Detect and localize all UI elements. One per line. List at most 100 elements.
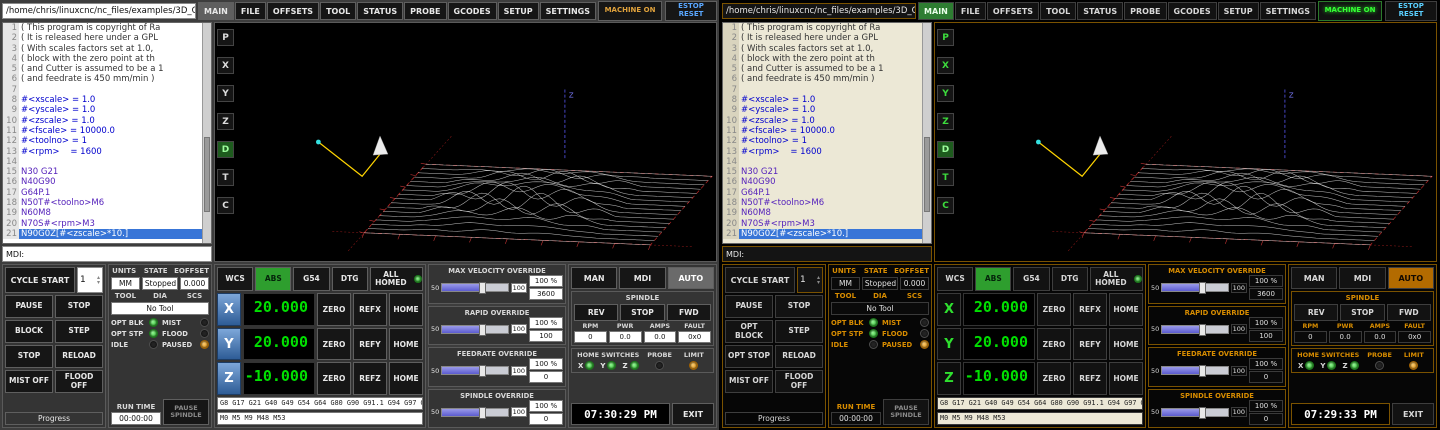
- program-control-button[interactable]: STEP: [55, 320, 103, 343]
- pause-spindle-button[interactable]: PAUSE SPINDLE: [163, 399, 209, 425]
- home-axis-button[interactable]: HOME: [389, 328, 423, 361]
- axis-select-button[interactable]: Y: [217, 328, 241, 361]
- menu-button[interactable]: PROBE: [404, 2, 446, 20]
- editor-scrollbar[interactable]: [202, 23, 211, 243]
- gcode-line[interactable]: 5 ( and Cutter is assumed to be a 1: [3, 64, 202, 74]
- toolpath-preview[interactable]: P X Y Z D T C Z: [214, 22, 717, 262]
- gcode-line[interactable]: 3 ( With scales factors set at 1.0,: [3, 44, 202, 54]
- slider-handle[interactable]: [479, 365, 486, 377]
- gcode-line[interactable]: 18 N50T#<toolno>M6: [723, 198, 922, 208]
- gcode-editor[interactable]: 1 ( This program is copyright of Ra 2 ( …: [722, 22, 932, 244]
- machine-on-button[interactable]: MACHINE ON: [598, 1, 662, 21]
- program-control-button[interactable]: PAUSE: [5, 295, 53, 318]
- menu-button[interactable]: MAIN: [918, 2, 954, 20]
- machine-on-button[interactable]: MACHINE ON: [1318, 1, 1382, 21]
- slider-handle[interactable]: [479, 407, 486, 419]
- dro-tab[interactable]: DTG: [332, 267, 368, 291]
- gcode-line[interactable]: 8 #<xscale> = 1.0: [723, 95, 922, 105]
- gcode-line[interactable]: 20 N70S#<rpm>M3: [723, 219, 922, 229]
- axis-select-button[interactable]: Z: [217, 362, 241, 395]
- zero-axis-button[interactable]: ZERO: [1037, 293, 1071, 326]
- ref-axis-button[interactable]: REFX: [353, 293, 387, 326]
- dro-tab[interactable]: G54: [1013, 267, 1049, 291]
- gcode-line[interactable]: 18 N50T#<toolno>M6: [3, 198, 202, 208]
- view-button[interactable]: P: [217, 29, 234, 46]
- spindle-button[interactable]: FWD: [667, 304, 711, 321]
- view-button[interactable]: Z: [937, 113, 954, 130]
- menu-button[interactable]: TOOL: [320, 2, 356, 20]
- mode-button[interactable]: AUTO: [668, 267, 714, 289]
- menu-button[interactable]: SETTINGS: [540, 2, 596, 20]
- program-control-button[interactable]: STOP: [55, 295, 103, 318]
- view-button[interactable]: Y: [217, 85, 234, 102]
- override-slider[interactable]: [1161, 408, 1228, 417]
- gcode-line[interactable]: 7: [3, 85, 202, 95]
- scrollbar-thumb[interactable]: [924, 137, 930, 212]
- dro-tab[interactable]: DTG: [1052, 267, 1088, 291]
- slider-handle[interactable]: [1199, 365, 1206, 377]
- program-control-button[interactable]: BLOCK: [5, 320, 53, 343]
- mode-button[interactable]: AUTO: [1388, 267, 1434, 289]
- menu-button[interactable]: SETUP: [1218, 2, 1259, 20]
- exit-button[interactable]: EXIT: [672, 403, 714, 425]
- slider-handle[interactable]: [1199, 407, 1206, 419]
- scrollbar-thumb[interactable]: [204, 137, 210, 212]
- home-axis-button[interactable]: HOME: [389, 362, 423, 395]
- estop-reset-button[interactable]: ESTOP RESET: [1385, 1, 1437, 21]
- view-button[interactable]: T: [217, 169, 234, 186]
- ref-axis-button[interactable]: REFX: [1073, 293, 1107, 326]
- gcode-line[interactable]: 14: [3, 157, 202, 167]
- gcode-line[interactable]: 5 ( and Cutter is assumed to be a 1: [723, 64, 922, 74]
- menu-button[interactable]: SETUP: [498, 2, 539, 20]
- toolpath-preview[interactable]: P X Y Z D T C Z: [934, 22, 1437, 262]
- cycle-count-spinbox[interactable]: 1: [77, 267, 103, 293]
- gcode-line[interactable]: 19 N60M8: [3, 208, 202, 218]
- view-button[interactable]: C: [217, 197, 234, 214]
- ref-axis-button[interactable]: REFZ: [1073, 362, 1107, 395]
- view-button[interactable]: Z: [217, 113, 234, 130]
- program-control-button[interactable]: STOP: [5, 345, 53, 368]
- axis-select-button[interactable]: X: [937, 293, 961, 326]
- view-button[interactable]: X: [937, 57, 954, 74]
- cycle-start-button[interactable]: CYCLE START: [5, 267, 75, 293]
- program-control-button[interactable]: FLOOD OFF: [775, 370, 823, 393]
- zero-axis-button[interactable]: ZERO: [317, 293, 351, 326]
- menu-button[interactable]: GCODES: [1168, 2, 1217, 20]
- slider-handle[interactable]: [1199, 282, 1206, 294]
- spindle-button[interactable]: STOP: [1340, 304, 1384, 321]
- program-control-button[interactable]: OPT STOP: [725, 345, 773, 368]
- gcode-line[interactable]: 7: [723, 85, 922, 95]
- spinbox-arrows-icon[interactable]: [97, 275, 100, 285]
- gcode-line[interactable]: 15 N30 G21: [723, 167, 922, 177]
- view-button[interactable]: C: [937, 197, 954, 214]
- gcode-line[interactable]: 3 ( With scales factors set at 1.0,: [723, 44, 922, 54]
- gcode-line[interactable]: 12 #<toolno> = 1: [3, 136, 202, 146]
- view-button[interactable]: P: [937, 29, 954, 46]
- dro-tab[interactable]: ABS: [975, 267, 1011, 291]
- menu-button[interactable]: STATUS: [357, 2, 403, 20]
- override-slider[interactable]: [441, 366, 508, 375]
- program-control-button[interactable]: PAUSE: [725, 295, 773, 318]
- menu-button[interactable]: FILE: [235, 2, 266, 20]
- gcode-line[interactable]: 9 #<yscale> = 1.0: [723, 105, 922, 115]
- gcode-line[interactable]: 2 ( It is released here under a GPL: [3, 33, 202, 43]
- gcode-line[interactable]: 16 N40G90: [3, 177, 202, 187]
- override-slider[interactable]: [1161, 366, 1228, 375]
- mode-button[interactable]: MAN: [571, 267, 617, 289]
- cycle-count-spinbox[interactable]: 1: [797, 267, 823, 293]
- ref-axis-button[interactable]: REFZ: [353, 362, 387, 395]
- ref-axis-button[interactable]: REFY: [353, 328, 387, 361]
- zero-axis-button[interactable]: ZERO: [317, 328, 351, 361]
- program-control-button[interactable]: STOP: [775, 295, 823, 318]
- menu-button[interactable]: OFFSETS: [987, 2, 1039, 20]
- gcode-line[interactable]: 1 ( This program is copyright of Ra: [723, 23, 922, 33]
- gcode-line[interactable]: 2 ( It is released here under a GPL: [723, 33, 922, 43]
- gcode-line[interactable]: 1 ( This program is copyright of Ra: [3, 23, 202, 33]
- view-button[interactable]: Y: [937, 85, 954, 102]
- menu-button[interactable]: GCODES: [448, 2, 497, 20]
- spindle-button[interactable]: FWD: [1387, 304, 1431, 321]
- view-button[interactable]: D: [217, 141, 234, 158]
- override-slider[interactable]: [441, 408, 508, 417]
- program-control-button[interactable]: OPT BLOCK: [725, 320, 773, 343]
- gcode-line[interactable]: 21 N90G0Z[#<zscale>*10.]: [723, 229, 922, 239]
